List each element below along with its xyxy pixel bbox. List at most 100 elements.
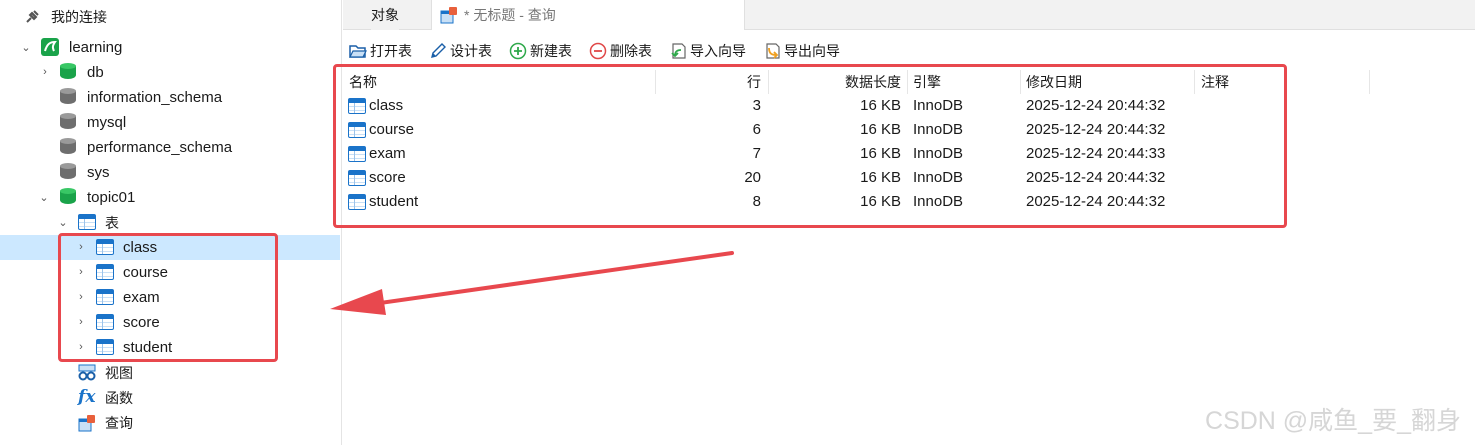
database-sys[interactable]: sys [0,160,340,185]
import-wizard-button[interactable]: 导入向导 [669,40,746,62]
object-toolbar: 打开表 设计表 新建表 删除表 导入向导 导出向导 [343,36,1475,64]
cell-engine[interactable]: InnoDB [913,94,963,118]
cell-modified[interactable]: 2025-12-24 20:44:32 [1026,94,1165,118]
table-icon [348,122,366,138]
chevron-right-icon[interactable]: › [76,292,86,303]
tab-objects[interactable]: 对象 [371,0,399,30]
chevron-right-icon[interactable]: › [76,342,86,353]
watermark-text: CSDN @咸鱼_要_翻身 [1205,407,1461,435]
annotation-arrow-icon [330,251,734,315]
database-performance-schema[interactable]: performance_schema [0,135,340,160]
cell-rows[interactable]: 3 [655,94,761,118]
my-connections-header[interactable]: 我的连接 [0,4,340,29]
database-icon [60,188,76,206]
tree-table-course[interactable]: › course [0,260,340,285]
tab-query-label: * 无标题 - 查询 [464,7,556,23]
cell-name[interactable]: score [369,166,406,190]
mysql-connection-icon [41,38,59,56]
cell-rows[interactable]: 7 [655,142,761,166]
connection-learning[interactable]: ⌄ learning [0,35,340,60]
navigator-panel: 我的连接 ⌄ learning › db information_schema … [0,0,342,445]
cell-engine[interactable]: InnoDB [913,190,963,214]
column-header-name[interactable]: 名称 [349,70,377,94]
my-connections-label: 我的连接 [51,8,107,25]
folder-open-icon [349,45,367,58]
cell-name[interactable]: course [369,118,414,142]
database-icon [60,138,76,156]
tree-table-student[interactable]: › student [0,335,340,360]
view-glasses-icon [78,364,96,381]
database-icon [60,163,76,181]
queries-label: 查询 [105,414,133,431]
open-table-button[interactable]: 打开表 [349,40,412,62]
column-header-size[interactable]: 数据长度 [768,70,901,94]
column-separator[interactable] [1020,70,1021,94]
column-separator[interactable] [1194,70,1195,94]
tables-group-label: 表 [105,214,119,231]
cell-modified[interactable]: 2025-12-24 20:44:32 [1026,190,1165,214]
database-information-schema[interactable]: information_schema [0,85,340,110]
cell-modified[interactable]: 2025-12-24 20:44:32 [1026,118,1165,142]
cell-rows[interactable]: 6 [655,118,761,142]
connection-plug-icon [26,10,39,23]
cell-size[interactable]: 16 KB [768,142,901,166]
views-group[interactable]: 视图 [0,360,340,385]
column-header-comment[interactable]: 注释 [1201,70,1229,94]
cell-engine[interactable]: InnoDB [913,166,963,190]
export-wizard-button[interactable]: 导出向导 [763,40,840,62]
design-table-label: 设计表 [450,43,492,59]
database-label: performance_schema [87,139,233,156]
functions-group[interactable]: fx 函数 [0,385,340,410]
table-icon [78,214,96,230]
cell-modified[interactable]: 2025-12-24 20:44:33 [1026,142,1165,166]
tree-table-class[interactable]: › class [0,235,340,260]
cell-size[interactable]: 16 KB [768,190,901,214]
column-separator[interactable] [1369,70,1370,94]
chevron-right-icon[interactable]: › [40,67,50,78]
chevron-right-icon[interactable]: › [76,317,86,328]
table-icon [348,98,366,114]
export-wizard-label: 导出向导 [784,43,840,59]
table-icon [96,239,114,255]
cell-rows[interactable]: 20 [655,166,761,190]
tables-group[interactable]: ⌄ 表 [0,210,340,235]
chevron-down-icon[interactable]: ⌄ [58,218,68,229]
cell-size[interactable]: 16 KB [768,166,901,190]
delete-table-button[interactable]: 删除表 [589,40,652,62]
cell-engine[interactable]: InnoDB [913,118,963,142]
connection-label: learning [69,39,123,56]
cell-engine[interactable]: InnoDB [913,142,963,166]
tab-query[interactable]: * 无标题 - 查询 [431,0,745,30]
tab-objects-label: 对象 [371,7,399,23]
cell-name[interactable]: student [369,190,418,214]
new-table-button[interactable]: 新建表 [509,40,572,62]
queries-group[interactable]: 查询 [0,410,340,435]
chevron-right-icon[interactable]: › [76,267,86,278]
database-label: information_schema [87,89,223,106]
chevron-down-icon[interactable]: ⌄ [21,43,31,54]
chevron-down-icon[interactable]: ⌄ [39,193,49,204]
plus-circle-icon [509,42,527,60]
delete-table-label: 删除表 [610,43,652,59]
tree-table-score[interactable]: › score [0,310,340,335]
column-header-engine[interactable]: 引擎 [913,70,941,94]
database-db[interactable]: › db [0,60,340,85]
table-icon [96,314,114,330]
column-separator[interactable] [907,70,908,94]
database-mysql[interactable]: mysql [0,110,340,135]
database-topic01[interactable]: ⌄ topic01 [0,185,340,210]
cell-size[interactable]: 16 KB [768,118,901,142]
table-icon [348,170,366,186]
cell-size[interactable]: 16 KB [768,94,901,118]
open-table-label: 打开表 [370,43,412,59]
cell-modified[interactable]: 2025-12-24 20:44:32 [1026,166,1165,190]
cell-rows[interactable]: 8 [655,190,761,214]
cell-name[interactable]: class [369,94,403,118]
column-header-rows[interactable]: 行 [655,70,761,94]
design-table-button[interactable]: 设计表 [429,40,492,62]
object-list-table: 名称 行 数据长度 引擎 修改日期 注释 class 3 16 KB InnoD… [343,68,1475,228]
tree-table-exam[interactable]: › exam [0,285,340,310]
chevron-right-icon[interactable]: › [76,242,86,253]
column-header-modified[interactable]: 修改日期 [1026,70,1082,94]
cell-name[interactable]: exam [369,142,406,166]
